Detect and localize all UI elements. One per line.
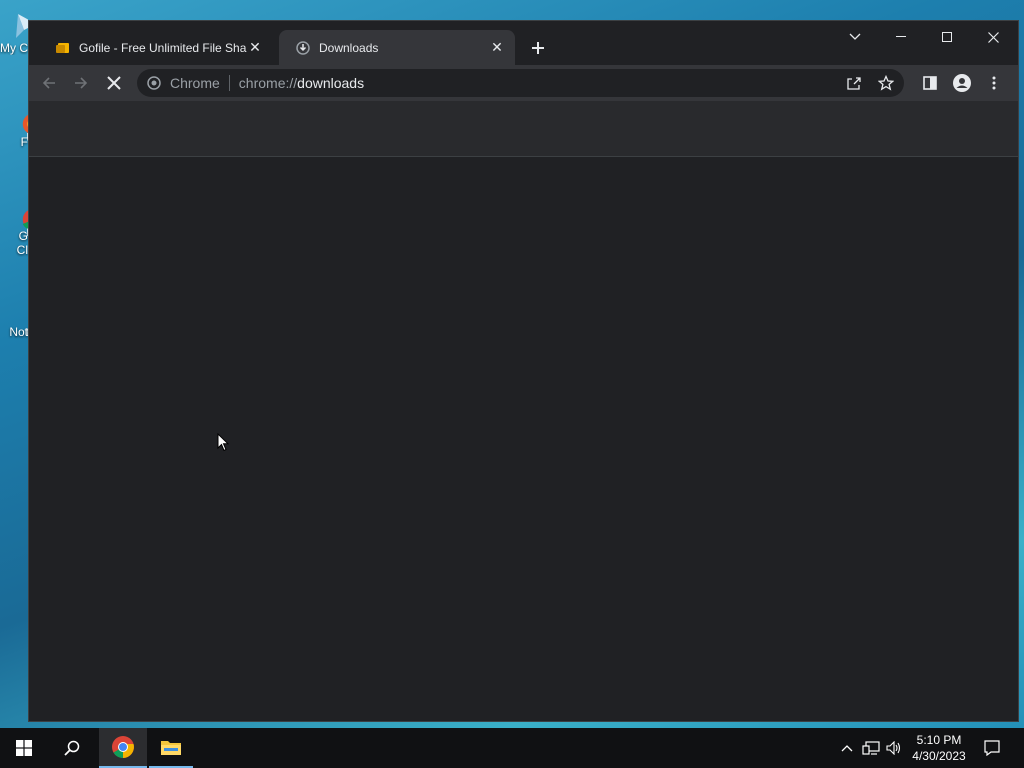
side-panel-button[interactable] — [916, 69, 944, 97]
action-center-button[interactable] — [978, 728, 1006, 768]
notification-icon — [984, 740, 1000, 756]
desktop-icon-my-computer[interactable]: My C — [0, 10, 28, 55]
address-bar[interactable]: Chrome chrome:// downloads — [137, 69, 904, 97]
desktop-icon-notepad[interactable]: Not — [0, 306, 28, 339]
volume-button[interactable] — [884, 728, 904, 768]
chevron-down-icon — [849, 33, 861, 40]
chrome-logo-icon — [146, 75, 162, 91]
desktop-icon-label: My C — [0, 41, 28, 55]
minimize-button[interactable] — [878, 23, 924, 51]
arrow-right-icon — [75, 77, 88, 89]
taskbar-chrome[interactable] — [99, 728, 147, 768]
side-panel-icon — [923, 76, 937, 90]
clock-time: 5:10 PM — [916, 733, 962, 747]
file-explorer-icon — [161, 741, 181, 755]
download-icon — [295, 40, 311, 56]
close-window-button[interactable] — [970, 23, 1016, 51]
system-clock[interactable]: 5:10 PM 4/30/2023 — [905, 732, 973, 764]
arrow-left-icon — [42, 77, 55, 89]
computer-icon — [16, 14, 28, 38]
title-bar: Gofile - Free Unlimited File Sharing ✕ D… — [29, 21, 1018, 65]
close-icon — [987, 31, 999, 43]
network-button[interactable] — [860, 728, 882, 768]
chrome-window: Gofile - Free Unlimited File Sharing ✕ D… — [28, 20, 1019, 722]
taskbar: 5:10 PM 4/30/2023 — [0, 728, 1024, 768]
back-button[interactable] — [35, 69, 63, 97]
close-tab-icon[interactable]: ✕ — [489, 39, 505, 56]
tab-title: Gofile - Free Unlimited File Sharing — [79, 40, 247, 55]
gofile-icon — [55, 40, 71, 56]
menu-button[interactable] — [980, 69, 1008, 97]
url-path: downloads — [297, 75, 365, 91]
windows-start-icon — [16, 740, 32, 756]
forward-button[interactable] — [67, 69, 95, 97]
start-button[interactable] — [0, 728, 48, 768]
downloads-header — [29, 101, 1018, 157]
mouse-cursor-icon — [217, 433, 229, 452]
close-icon — [107, 76, 121, 90]
taskbar-file-explorer[interactable] — [149, 728, 193, 768]
show-hidden-icons-button[interactable] — [838, 728, 856, 768]
tab-search-button[interactable] — [832, 23, 878, 51]
chrome-icon — [112, 736, 134, 758]
share-icon[interactable] — [840, 69, 868, 97]
desktop-icon-label: Not — [9, 325, 28, 339]
browser-toolbar: Chrome chrome:// downloads — [29, 65, 1018, 101]
clock-date: 4/30/2023 — [912, 749, 966, 763]
desktop-icon-label-line2: Cl — [16, 243, 28, 257]
more-vert-icon — [992, 76, 996, 90]
url-scheme: chrome:// — [238, 75, 298, 91]
chevron-up-icon — [841, 745, 853, 752]
maximize-icon — [942, 32, 952, 42]
profile-button[interactable] — [948, 69, 976, 97]
minimize-icon — [896, 36, 906, 37]
tab-downloads[interactable]: Downloads ✕ — [279, 30, 515, 65]
maximize-button[interactable] — [924, 23, 970, 51]
tab-gofile[interactable]: Gofile - Free Unlimited File Sharing ✕ — [39, 30, 273, 65]
profile-icon — [953, 74, 971, 92]
omnibox-divider — [228, 75, 230, 91]
volume-icon — [886, 741, 901, 755]
search-button[interactable] — [48, 728, 96, 768]
desktop-icon-firefox[interactable]: F — [0, 112, 28, 149]
desktop-icon-chrome[interactable]: G Cl — [0, 206, 28, 257]
new-tab-button[interactable] — [526, 36, 550, 60]
close-tab-icon[interactable]: ✕ — [247, 39, 263, 56]
site-name: Chrome — [170, 75, 220, 91]
plus-icon — [532, 42, 544, 54]
stop-loading-button[interactable] — [100, 69, 128, 97]
search-icon — [64, 740, 80, 756]
downloads-page-content — [29, 157, 1018, 721]
tab-title: Downloads — [319, 40, 379, 55]
network-icon — [862, 741, 880, 755]
bookmark-star-icon[interactable] — [872, 69, 900, 97]
